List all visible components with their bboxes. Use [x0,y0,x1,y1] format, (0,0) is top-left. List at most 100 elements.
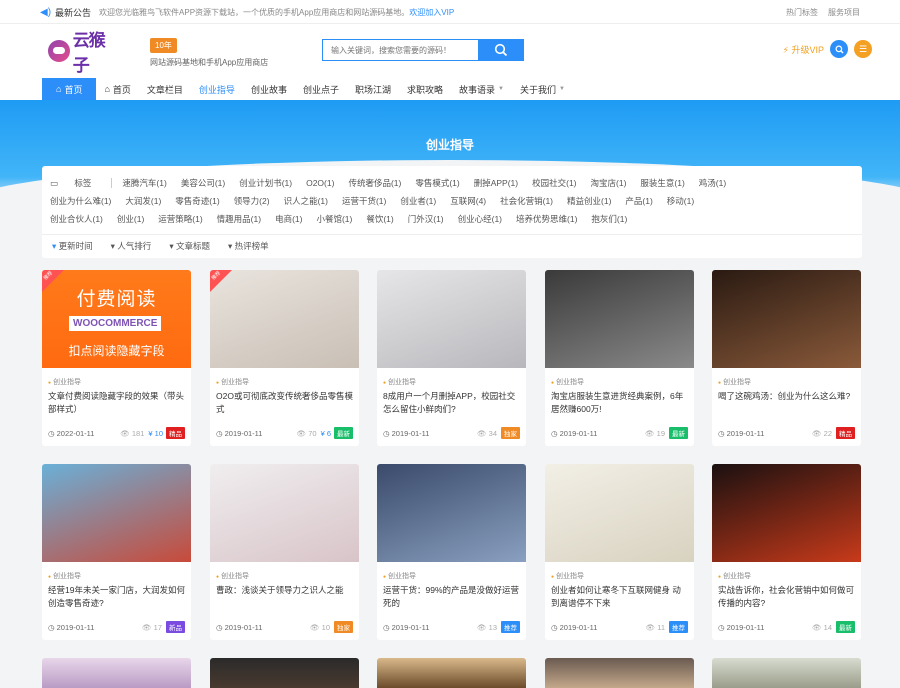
post-category[interactable]: 创业指导 [551,377,584,387]
tag-link[interactable]: 鸡汤(1) [699,177,726,189]
post-thumb-partial[interactable] [712,658,861,688]
sort-updated[interactable]: ▾ 更新时间 [52,240,93,252]
tag-link[interactable]: 移动(1) [667,195,694,207]
tag-link[interactable]: 运营策略(1) [158,213,202,225]
post-title[interactable]: 淘宝店服装生意进货经典案例，6年居然赚600万! [551,390,688,416]
tag-link[interactable]: 创业计划书(1) [239,177,292,189]
post-category[interactable]: 创业指导 [383,377,416,387]
tag-link[interactable]: 精益创业(1) [567,195,611,207]
tag-link[interactable]: 产品(1) [625,195,652,207]
sort-popular[interactable]: ▾ 人气排行 [111,240,152,252]
post-title[interactable]: 曹政：浅谈关于领导力之识人之能 [216,584,353,597]
post-card[interactable]: 创业指导 淘宝店服装生意进货经典案例，6年居然赚600万! ◷ 2019-01-… [545,270,694,446]
post-thumbnail[interactable] [377,270,526,368]
sort-title[interactable]: ▾ 文章标题 [169,240,210,252]
post-card[interactable]: 创业指导 曹政：浅谈关于领导力之识人之能 ◷ 2019-01-11 👁 10 独… [210,464,359,640]
tag-link[interactable]: 创业心经(1) [458,213,502,225]
nav-startup-stories[interactable]: 创业故事 [243,78,295,100]
join-vip-link[interactable]: 欢迎加入VIP [409,8,454,17]
tag-link[interactable]: 领导力(2) [234,195,270,207]
tag-link[interactable]: 创业合伙人(1) [50,213,103,225]
tag-link[interactable]: 删掉APP(1) [474,177,518,189]
nav-startup-ideas[interactable]: 创业点子 [295,78,347,100]
tag-link[interactable]: 零售奇迹(1) [175,195,219,207]
tag-link[interactable]: 培养优势思维(1) [516,213,577,225]
tag-link[interactable]: O2O(1) [306,178,334,188]
tag-link[interactable]: 创业为什么难(1) [50,195,111,207]
tag-link[interactable]: 运营干货(1) [342,195,386,207]
tag-link[interactable]: 大润发(1) [125,195,161,207]
nav-about[interactable]: 关于我们 ▼ [512,78,573,100]
tag-link[interactable]: 速腾汽车(1) [122,177,166,189]
post-category[interactable]: 创业指导 [718,377,751,387]
post-thumbnail[interactable] [545,464,694,562]
post-thumbnail[interactable] [712,464,861,562]
tag-link[interactable]: 门外汉(1) [408,213,444,225]
tag-link[interactable]: 互联网(4) [450,195,486,207]
post-card[interactable]: 创业指导 创业者如何让寒冬下互联网健身 动到离谱停不下来 ◷ 2019-01-1… [545,464,694,640]
post-title[interactable]: 运营干货：99%的产品是没做好运营死的 [383,584,520,610]
tag-link[interactable]: 美容公司(1) [181,177,225,189]
post-title[interactable]: 创业者如何让寒冬下互联网健身 动到离谱停不下来 [551,584,688,610]
user-menu-icon[interactable]: ☰ [854,40,872,58]
tag-link[interactable]: 淘宝店(1) [591,177,627,189]
tag-link[interactable]: 创业者(1) [400,195,436,207]
post-title[interactable]: 8成用户一个月删掉APP，校园社交怎么留住小鲜肉们? [383,390,520,416]
post-thumbnail[interactable] [377,464,526,562]
post-card[interactable]: 付费阅读 WOOCOMMERCE 扣点阅读隐藏字段 推荐 创业指导 文章付费阅读… [42,270,191,446]
post-card[interactable]: 创业指导 喝了这碗鸡汤：创业为什么这么难? ◷ 2019-01-11 👁 22 … [712,270,861,446]
post-thumb-partial[interactable] [42,658,191,688]
tag-link[interactable]: 服装生意(1) [640,177,684,189]
post-category[interactable]: 创业指导 [216,571,249,581]
post-thumbnail[interactable] [210,270,359,368]
post-title[interactable]: O2O或可彻底改变传统奢侈品零售模式 [216,390,353,416]
post-card[interactable]: 创业指导 经营19年未关一家门店，大润发如何创造零售奇迹? ◷ 2019-01-… [42,464,191,640]
post-card[interactable]: 推荐 创业指导 O2O或可彻底改变传统奢侈品零售模式 ◷ 2019-01-11 … [210,270,359,446]
post-thumbnail[interactable] [42,464,191,562]
post-category[interactable]: 创业指导 [48,377,81,387]
post-card[interactable]: 创业指导 8成用户一个月删掉APP，校园社交怎么留住小鲜肉们? ◷ 2019-0… [377,270,526,446]
hot-tags-link[interactable]: 热门标签 [786,7,818,18]
header-search-icon[interactable] [830,40,848,58]
tag-link[interactable]: 社会化营销(1) [500,195,553,207]
post-thumb-partial[interactable] [377,658,526,688]
nav-quotes[interactable]: 故事语录 ▼ [451,78,512,100]
nav-home[interactable]: ⌂ 首页 [96,78,138,100]
tag-link[interactable]: 传统奢侈品(1) [348,177,401,189]
tag-link[interactable]: 零售模式(1) [415,177,459,189]
post-card[interactable]: 创业指导 运营干货：99%的产品是没做好运营死的 ◷ 2019-01-11 👁 … [377,464,526,640]
post-card[interactable]: 创业指导 实战告诉你，社会化营销中如何做可传播的内容? ◷ 2019-01-11… [712,464,861,640]
services-link[interactable]: 服务项目 [828,7,860,18]
tag-link[interactable]: 餐饮(1) [366,213,393,225]
nav-workplace[interactable]: 职场江湖 [347,78,399,100]
post-thumbnail[interactable] [712,270,861,368]
tag-link[interactable]: 小餐馆(1) [316,213,352,225]
nav-articles[interactable]: 文章栏目 [139,78,191,100]
site-logo[interactable]: 云猴子 [48,31,120,75]
tag-link[interactable]: 校园社交(1) [532,177,576,189]
post-category[interactable]: 创业指导 [48,571,81,581]
tag-link[interactable]: 情趣用品(1) [217,213,261,225]
post-title[interactable]: 喝了这碗鸡汤：创业为什么这么难? [718,390,855,403]
nav-startup-guide[interactable]: 创业指导 [191,78,243,100]
nav-home-highlight[interactable]: ⌂ 首页 [42,78,97,100]
post-thumbnail[interactable]: 付费阅读 WOOCOMMERCE 扣点阅读隐藏字段 [42,270,191,368]
search-button[interactable] [478,39,524,61]
tag-link[interactable]: 识人之能(1) [284,195,328,207]
tag-link[interactable]: 创业(1) [117,213,144,225]
tag-link[interactable]: 电商(1) [275,213,302,225]
post-title[interactable]: 文章付费阅读隐藏字段的效果（带头部样式） [48,390,185,416]
tag-link[interactable]: 抱灰们(1) [591,213,627,225]
sort-comments[interactable]: ▾ 热评榜单 [228,240,269,252]
post-category[interactable]: 创业指导 [718,571,751,581]
post-thumbnail[interactable] [545,270,694,368]
post-thumbnail[interactable] [210,464,359,562]
post-thumb-partial[interactable] [210,658,359,688]
post-category[interactable]: 创业指导 [216,377,249,387]
upgrade-vip-button[interactable]: ⚡ 升级VIP [783,43,824,56]
post-thumb-partial[interactable] [545,658,694,688]
post-category[interactable]: 创业指导 [551,571,584,581]
nav-job-tips[interactable]: 求职攻略 [399,78,451,100]
search-input[interactable] [322,39,478,61]
post-category[interactable]: 创业指导 [383,571,416,581]
